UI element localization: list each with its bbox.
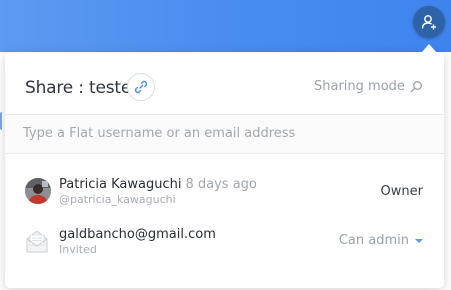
panel-pointer <box>421 44 437 53</box>
sharing-mode-label: Sharing mode <box>314 79 405 94</box>
envelope-icon <box>25 228 49 254</box>
caret-down-icon <box>415 238 423 243</box>
member-row: Patricia Kawaguchi 8 days ago @patricia_k… <box>5 170 444 212</box>
member-role: Owner <box>380 184 423 199</box>
copy-link-button[interactable] <box>127 73 155 101</box>
avatar <box>25 178 51 204</box>
member-email: galdbancho@gmail.com <box>59 227 216 242</box>
share-title: Share : teste <box>25 78 132 98</box>
add-user-icon <box>421 15 436 30</box>
member-joined-time: 8 days ago <box>185 177 257 192</box>
invite-search-input[interactable] <box>17 119 439 147</box>
share-button[interactable] <box>413 6 445 38</box>
sharing-mode-button[interactable]: Sharing mode <box>314 79 423 94</box>
member-role: Can admin <box>338 233 409 248</box>
member-name-line: Patricia Kawaguchi 8 days ago <box>59 177 257 192</box>
member-name: Patricia Kawaguchi <box>59 177 182 192</box>
invite-search-row <box>5 114 444 154</box>
link-icon <box>134 80 148 94</box>
share-panel-header: Share : teste Sharing mode <box>5 52 444 114</box>
member-role-dropdown[interactable]: Can admin <box>339 233 423 248</box>
member-status: Invited <box>59 243 97 256</box>
member-username: @patricia_kawaguchi <box>59 193 176 206</box>
share-panel: Share : teste Sharing mode Type a Flat u… <box>5 52 444 288</box>
top-bar <box>0 0 451 52</box>
search-icon <box>410 81 422 93</box>
member-name-line: galdbancho@gmail.com <box>59 227 216 242</box>
member-row: galdbancho@gmail.com Invited Can admin <box>5 220 444 262</box>
